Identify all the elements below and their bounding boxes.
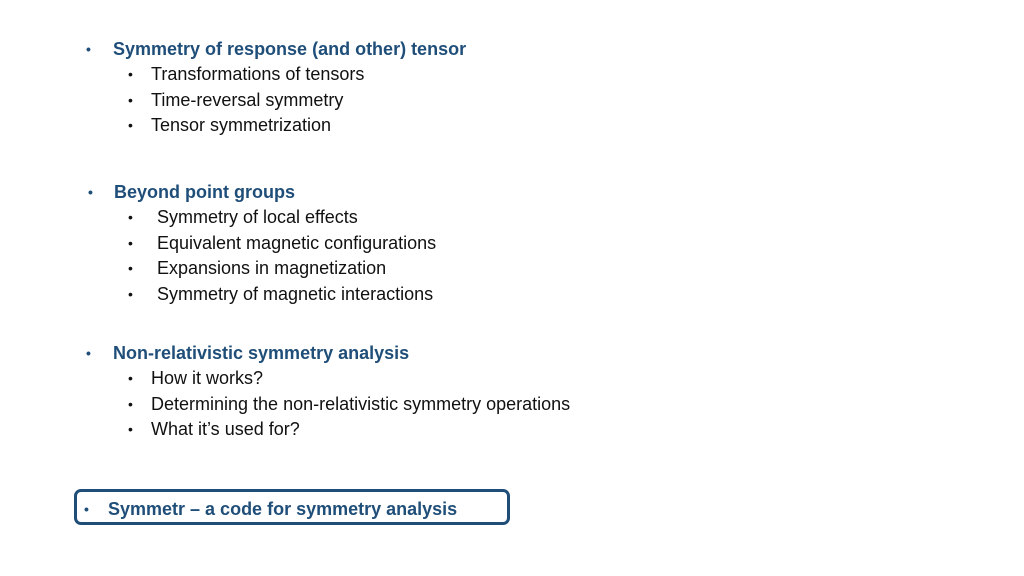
bullet-icon: • (128, 285, 133, 302)
bullet-icon: • (128, 234, 133, 251)
bullet-icon: • (88, 184, 93, 200)
bullet-icon: • (128, 370, 133, 386)
bullet-icon: • (128, 91, 133, 108)
heading-text: Symmetr – a code for symmetry analysis (108, 499, 458, 519)
heading-text: Non-relativistic symmetry analysis (113, 343, 410, 363)
bullet-icon: • (86, 41, 91, 57)
heading-text: Beyond point groups (114, 182, 295, 202)
bullet-icon: • (128, 117, 133, 134)
bullet-icon: • (86, 345, 91, 361)
bullet-icon: • (84, 501, 89, 517)
bullet-icon: • (128, 260, 133, 277)
bullet-icon: • (128, 66, 133, 82)
bullet-icon: • (128, 209, 133, 225)
bullet-icon: • (128, 421, 133, 438)
heading-text: Symmetry of response (and other) tensor (113, 39, 467, 59)
bullet-icon: • (128, 395, 133, 412)
